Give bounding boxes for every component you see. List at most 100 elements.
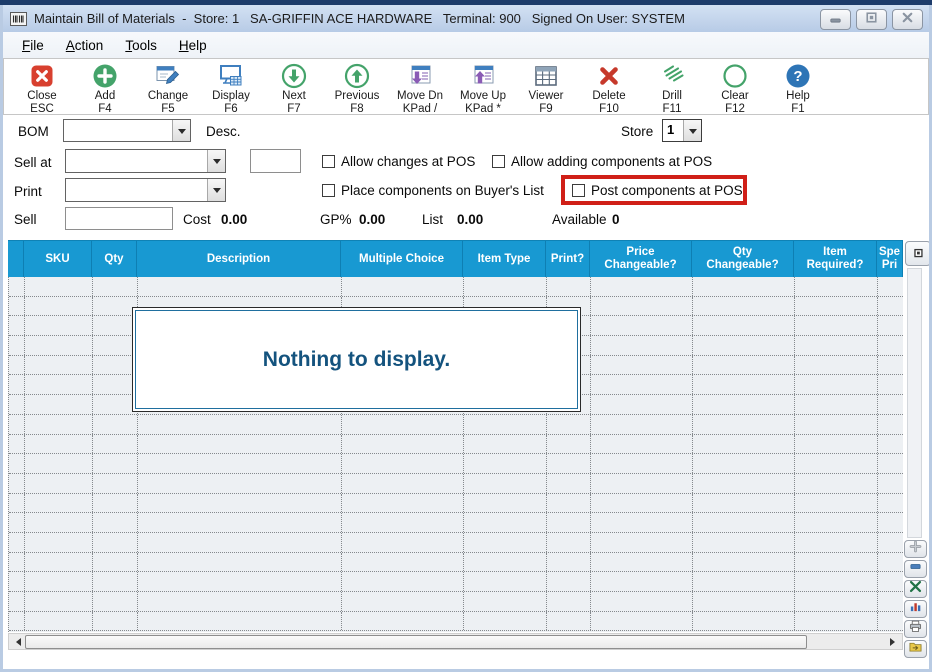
sell-label: Sell [14,212,37,227]
table-row[interactable] [9,572,903,592]
vertical-scrollbar[interactable] [907,268,922,538]
menu-action[interactable]: Action [55,35,115,56]
sell-at-label: Sell at [14,155,52,170]
print-combobox[interactable] [65,178,226,202]
add-button[interactable]: AddF4 [77,62,133,114]
menu-tools[interactable]: Tools [114,35,168,56]
excel-export-button[interactable] [904,580,927,598]
close-window-button[interactable] [892,9,923,30]
plus-icon [908,540,923,558]
window-title: Maintain Bill of Materials - Store: 1 SA… [34,11,685,26]
sell-at-value [66,150,207,172]
chevron-down-icon[interactable] [172,120,190,141]
right-arrow-icon [890,638,899,646]
restore-window-button[interactable] [856,9,887,30]
table-row[interactable] [9,435,903,455]
available-label: Available [552,212,607,227]
chevron-down-icon[interactable] [207,150,225,172]
drill-button[interactable]: DrillF11 [644,62,700,114]
column-header-price-changeable?[interactable]: PriceChangeable? [590,241,692,277]
bom-combobox[interactable] [63,119,191,142]
folder-export-button[interactable] [904,640,927,658]
available-value: 0 [612,212,620,227]
menu-file[interactable]: File [11,35,55,56]
move-up-icon [455,62,511,90]
maintain-bom-window: Maintain Bill of Materials - Store: 1 SA… [0,0,932,672]
post-components-label[interactable]: Post components at POS [591,183,743,198]
column-header-print?[interactable]: Print? [546,241,590,277]
folder-export-icon [908,640,923,658]
column-header-item-required?[interactable]: ItemRequired? [794,241,877,277]
help-button[interactable]: ?HelpF1 [770,62,826,114]
table-row[interactable] [9,612,903,632]
bar-chart-icon [908,600,923,618]
scroll-right-button[interactable] [887,634,902,649]
chevron-down-icon[interactable] [207,179,225,201]
printer-icon [908,620,923,638]
empty-state-message: Nothing to display. [263,348,450,372]
buyers-list-checkbox[interactable] [322,184,335,197]
chevron-down-icon[interactable] [683,120,701,141]
table-row[interactable] [9,474,903,494]
viewer-button[interactable]: ViewerF9 [518,62,574,114]
clear-button[interactable]: ClearF12 [707,62,763,114]
plus-button[interactable] [904,540,927,558]
change-icon [140,62,196,90]
buyers-list-label[interactable]: Place components on Buyer's List [341,183,544,198]
column-header-sku[interactable]: SKU [24,241,92,277]
menu-help[interactable]: Help [168,35,218,56]
allow-changes-label[interactable]: Allow changes at POS [341,154,475,169]
print-label: Print [14,184,42,199]
allow-changes-checkbox[interactable] [322,155,335,168]
column-header-description[interactable]: Description [137,241,341,277]
column-header-qty[interactable]: Qty [92,241,137,277]
left-arrow-icon [12,638,21,646]
allow-adding-label[interactable]: Allow adding components at POS [511,154,712,169]
table-row[interactable] [9,415,903,435]
table-row[interactable] [9,513,903,533]
table-row[interactable] [9,494,903,514]
list-value: 0.00 [457,212,483,227]
post-components-checkbox[interactable] [572,184,585,197]
gp-value: 0.00 [359,212,385,227]
win-minimize-icon [822,9,849,31]
bar-chart-button[interactable] [904,600,927,618]
store-combobox[interactable]: 1 [662,119,702,142]
table-row[interactable] [9,592,903,612]
grid-corner-button[interactable] [905,241,931,266]
display-button[interactable]: DisplayF6 [203,62,259,114]
allow-adding-checkbox[interactable] [492,155,505,168]
title-bar[interactable]: Maintain Bill of Materials - Store: 1 SA… [0,5,932,33]
minimize-window-button[interactable] [820,9,851,30]
scroll-left-button[interactable] [9,634,24,649]
next-icon [266,62,322,90]
table-row[interactable] [9,553,903,573]
delete-button[interactable]: DeleteF10 [581,62,637,114]
barcode-app-icon [10,12,27,26]
scrollbar-thumb[interactable] [25,635,807,649]
horizontal-scrollbar[interactable] [8,633,903,650]
column-header-multiple-choice[interactable]: Multiple Choice [341,241,463,277]
printer-button[interactable] [904,620,927,638]
sell-at-combobox[interactable] [65,149,226,173]
table-row[interactable] [9,277,903,297]
table-row[interactable] [9,533,903,553]
minimize-bar-button[interactable] [904,560,927,578]
cost-value: 0.00 [221,212,247,227]
sell-field[interactable] [65,207,173,230]
column-header-qty-changeable?[interactable]: QtyChangeable? [692,241,794,277]
move-down-button[interactable]: Move DnKPad / [392,62,448,114]
change-button[interactable]: ChangeF5 [140,62,196,114]
sell-at-extra-field[interactable] [250,149,301,173]
column-header-spe-pri[interactable]: SpePri [877,241,903,277]
delete-icon [581,62,637,90]
close-button[interactable]: CloseESC [14,62,70,114]
previous-button[interactable]: PreviousF8 [329,62,385,114]
move-up-button[interactable]: Move UpKPad * [455,62,511,114]
window-square-icon [911,247,926,260]
column-header-select[interactable] [8,241,24,277]
next-button[interactable]: NextF7 [266,62,322,114]
table-row[interactable] [9,454,903,474]
store-label: Store [621,124,653,139]
column-header-item-type[interactable]: Item Type [463,241,546,277]
